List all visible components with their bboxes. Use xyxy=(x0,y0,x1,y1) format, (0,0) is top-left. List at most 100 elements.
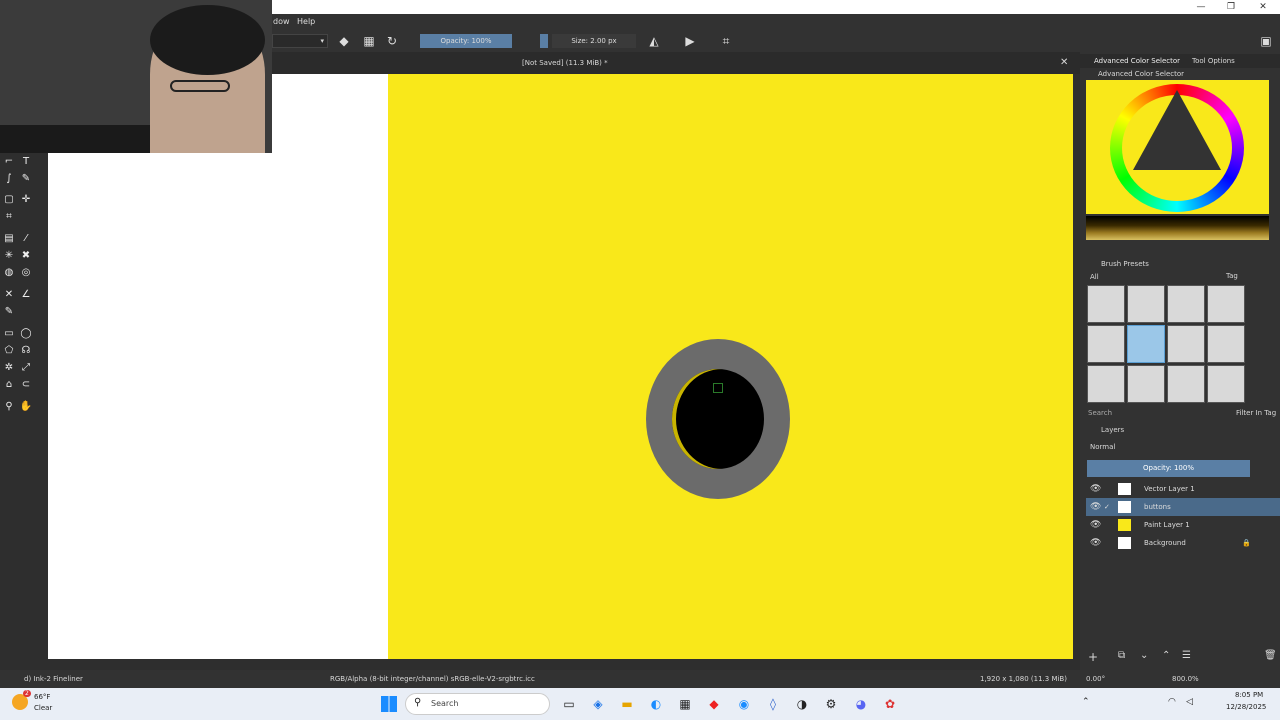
freehand-brush-icon[interactable]: ∫ xyxy=(2,172,16,186)
delete-layer-icon[interactable]: 🗑 xyxy=(1264,650,1277,661)
layer-row-paint-layer-1[interactable]: 👁 Paint Layer 1 xyxy=(1086,516,1280,534)
assistant-icon[interactable]: ✕ xyxy=(2,288,16,302)
eraser-icon[interactable]: ◆ xyxy=(336,33,352,49)
brush-preset-dropdown[interactable]: ▾ xyxy=(272,34,328,48)
bezier-select-icon[interactable]: ⌂ xyxy=(2,378,16,392)
brush-preset-item[interactable] xyxy=(1207,285,1245,323)
pan-icon[interactable]: ✋ xyxy=(19,400,33,414)
app-icon[interactable]: ◊ xyxy=(764,695,782,713)
tab-tool-options[interactable]: Tool Options xyxy=(1192,54,1235,68)
brush-preset-item[interactable] xyxy=(1127,285,1165,323)
size-slider[interactable]: Size: 2.00 px xyxy=(552,34,636,48)
discord-icon[interactable]: ◕ xyxy=(852,695,870,713)
mirror-horizontal-icon[interactable]: ◭ xyxy=(646,33,662,49)
blend-mode-dropdown[interactable]: Normal xyxy=(1090,441,1115,453)
wifi-icon[interactable]: ◠ xyxy=(1168,697,1176,707)
wrap-around-icon[interactable]: ⌗ xyxy=(718,33,734,49)
krita-icon[interactable]: ✿ xyxy=(881,695,899,713)
filter-in-tag-checkbox[interactable]: Filter In Tag xyxy=(1236,407,1276,419)
color-selector-widget[interactable] xyxy=(1086,80,1269,214)
move-icon[interactable]: ✛ xyxy=(19,193,33,207)
document-tab[interactable]: [Not Saved] (11.3 MiB) * ✕ xyxy=(272,52,1080,74)
brush-preset-item[interactable] xyxy=(1087,325,1125,363)
speaker-icon[interactable]: ◁ xyxy=(1186,697,1193,707)
zoom-label[interactable]: 800.0% xyxy=(1172,670,1199,688)
add-layer-icon[interactable]: + xyxy=(1088,650,1098,664)
similar-select-icon[interactable]: ⤢ xyxy=(19,361,33,375)
clock-time[interactable]: 8:05 PM xyxy=(1235,691,1263,699)
brush-preset-item[interactable] xyxy=(1087,365,1125,403)
reload-icon[interactable]: ↻ xyxy=(384,33,400,49)
saturation-triangle[interactable] xyxy=(1133,90,1221,170)
layer-row-background[interactable]: 👁 Background 🔒 xyxy=(1086,534,1280,552)
eye-icon[interactable]: 👁 xyxy=(1090,534,1101,552)
eye-icon[interactable]: 👁 xyxy=(1090,480,1101,498)
enclose-fill-icon[interactable]: ◎ xyxy=(19,266,33,280)
gradient-icon[interactable]: ▤ xyxy=(2,232,16,246)
task-view-icon[interactable]: ▭ xyxy=(560,695,578,713)
windows-start-icon[interactable] xyxy=(381,696,397,712)
mirror-vertical-icon[interactable]: ▶ xyxy=(682,33,698,49)
brush-filter-dropdown[interactable]: All xyxy=(1090,272,1099,282)
duplicate-layer-icon[interactable]: ⧉ xyxy=(1118,650,1125,661)
layer-properties-icon[interactable]: ☰ xyxy=(1182,650,1191,661)
measure-icon[interactable]: ∠ xyxy=(19,288,33,302)
maximize-button[interactable]: ❐ xyxy=(1216,0,1246,14)
reference-icon[interactable]: ✎ xyxy=(2,305,16,319)
eye-icon[interactable]: 👁 xyxy=(1090,498,1101,516)
eye-icon[interactable]: 👁 xyxy=(1090,516,1101,534)
brush-preset-item[interactable] xyxy=(1127,365,1165,403)
calligraphy-icon[interactable]: ✎ xyxy=(19,172,33,186)
menu-item-window[interactable]: dow xyxy=(273,14,290,30)
panel-toggle-icon[interactable]: ▣ xyxy=(1258,33,1274,49)
chevron-up-icon[interactable]: ⌃ xyxy=(1082,697,1090,707)
chrome-icon[interactable]: ◉ xyxy=(735,695,753,713)
rect-select-icon[interactable]: ▭ xyxy=(2,327,16,341)
close-document-button[interactable]: ✕ xyxy=(1060,52,1068,74)
brush-preset-item[interactable] xyxy=(1207,325,1245,363)
lock-icon[interactable]: 🔒 xyxy=(1242,534,1251,552)
brush-preset-item[interactable] xyxy=(1207,365,1245,403)
brush-tag-button[interactable]: Tag xyxy=(1226,270,1238,282)
menu-item-help[interactable]: Help xyxy=(297,14,315,30)
tab-advanced-color-selector[interactable]: Advanced Color Selector xyxy=(1094,54,1180,68)
brush-search-input[interactable]: Search xyxy=(1088,407,1112,419)
brush-preset-item[interactable] xyxy=(1167,285,1205,323)
contiguous-select-icon[interactable]: ✲ xyxy=(2,361,16,375)
opacity-slider[interactable]: Opacity: 100% xyxy=(420,34,512,48)
clone-icon[interactable]: ✖ xyxy=(19,249,33,263)
minimize-button[interactable]: — xyxy=(1186,0,1216,14)
move-down-icon[interactable]: ⌄ xyxy=(1140,650,1148,661)
ellipse-select-icon[interactable]: ◯ xyxy=(19,327,33,341)
layer-opacity-slider[interactable]: Opacity: 100% xyxy=(1087,460,1250,477)
freehand-select-icon[interactable]: ☊ xyxy=(19,344,33,358)
brush-preset-item[interactable] xyxy=(1087,285,1125,323)
magnetic-select-icon[interactable]: ⊂ xyxy=(19,378,33,392)
flow-slider[interactable] xyxy=(540,34,548,48)
color-history-strip[interactable] xyxy=(1086,216,1269,240)
shape-select-icon[interactable]: ⌐ xyxy=(2,155,16,169)
layer-row-vector-layer-1[interactable]: 👁 Vector Layer 1 xyxy=(1086,480,1280,498)
transform-icon[interactable]: ▢ xyxy=(2,193,16,207)
zoom-icon[interactable]: ⚲ xyxy=(2,400,16,414)
app-icon[interactable]: ◆ xyxy=(705,695,723,713)
rotation-label[interactable]: 0.00° xyxy=(1086,670,1105,688)
edge-icon[interactable]: ◐ xyxy=(647,695,665,713)
text-tool-icon[interactable]: T xyxy=(19,155,33,169)
settings-icon[interactable]: ⚙ xyxy=(822,695,840,713)
store-icon[interactable]: ▦ xyxy=(676,695,694,713)
canvas[interactable] xyxy=(48,74,1073,659)
move-up-icon[interactable]: ⌃ xyxy=(1162,650,1170,661)
layer-row-buttons[interactable]: 👁 ✓ buttons xyxy=(1086,498,1280,516)
clock-date[interactable]: 12/28/2025 xyxy=(1226,703,1266,711)
brush-preset-item-selected[interactable] xyxy=(1127,325,1165,363)
fill-icon[interactable]: ◍ xyxy=(2,266,16,280)
alpha-lock-icon[interactable]: ▦ xyxy=(361,33,377,49)
close-window-button[interactable]: ✕ xyxy=(1248,0,1278,14)
file-explorer-icon[interactable]: ▬ xyxy=(618,695,636,713)
color-picker-icon[interactable]: ⁄ xyxy=(19,232,33,246)
copilot-icon[interactable]: ◈ xyxy=(589,695,607,713)
polygon-select-icon[interactable]: ⬠ xyxy=(2,344,16,358)
steam-icon[interactable]: ◑ xyxy=(793,695,811,713)
crop-icon[interactable]: ⌗ xyxy=(2,210,16,224)
